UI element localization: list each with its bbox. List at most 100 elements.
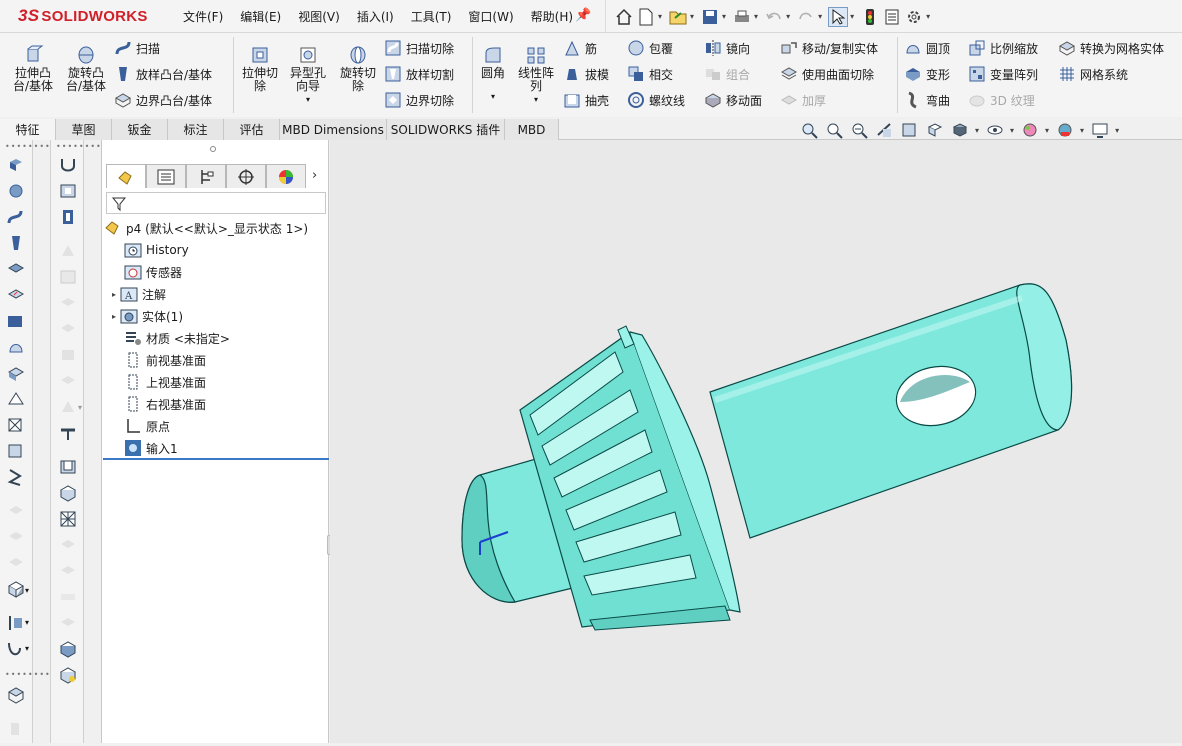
hole-wizard-dropdown-icon[interactable]: ▾ xyxy=(286,93,330,106)
disabled-tool-icon[interactable] xyxy=(58,346,78,364)
revolve-boss-button[interactable]: 旋转凸台/基体 xyxy=(60,45,112,93)
redo-icon[interactable] xyxy=(796,7,816,27)
extrude-boss-icon[interactable] xyxy=(6,156,26,174)
lofted-cut-icon[interactable] xyxy=(58,208,78,226)
toolbar-grip[interactable]: •••••••• xyxy=(5,142,51,151)
tree-item-front-plane[interactable]: 前视基准面 xyxy=(124,350,206,370)
menu-window[interactable]: 窗口(W) xyxy=(468,8,513,25)
disabled-tool-icon[interactable] xyxy=(58,268,78,286)
shell-icon[interactable] xyxy=(58,458,78,476)
previous-view-icon[interactable] xyxy=(850,121,870,139)
dynamic-annotation-icon[interactable] xyxy=(900,121,920,139)
new-document-icon[interactable] xyxy=(636,7,656,27)
disabled-tool-icon[interactable] xyxy=(6,554,26,572)
tree-item-origin[interactable]: 原点 xyxy=(124,416,170,436)
variable-pattern-button[interactable]: 变量阵列 xyxy=(968,63,1038,85)
disabled-tool-icon[interactable] xyxy=(58,320,78,338)
curves-icon[interactable] xyxy=(6,640,26,658)
deform-button[interactable]: 变形 xyxy=(904,63,950,85)
boundary-boss-icon[interactable] xyxy=(6,260,26,278)
tree-filter-field[interactable] xyxy=(106,192,326,214)
linear-pattern-dropdown-icon[interactable]: ▾ xyxy=(514,93,558,106)
tree-root-part[interactable]: p4 (默认<<默认>_显示状态 1>) xyxy=(104,218,308,238)
save-icon[interactable] xyxy=(700,7,720,27)
delete-body-icon[interactable] xyxy=(58,666,78,684)
view-settings-icon[interactable] xyxy=(1090,121,1110,139)
tab-mbd-dimensions[interactable]: MBD Dimensions xyxy=(280,119,387,140)
file-properties-icon[interactable] xyxy=(882,7,902,27)
apply-scene-icon[interactable] xyxy=(1055,121,1075,139)
property-manager-tab-icon[interactable] xyxy=(146,164,186,188)
wrap-icon[interactable] xyxy=(58,484,78,502)
curves-dropdown-icon[interactable]: ▾ xyxy=(25,644,29,653)
home-icon[interactable] xyxy=(614,7,634,27)
fillet-dropdown-icon[interactable]: ▾ xyxy=(476,90,510,103)
zigzag-icon[interactable] xyxy=(6,468,26,486)
tree-item-imported-body[interactable]: 输入1 xyxy=(124,438,178,458)
texture-3d-button[interactable]: 3D 纹理 xyxy=(968,89,1035,111)
tree-item-top-plane[interactable]: 上视基准面 xyxy=(124,372,206,392)
chevron-right-icon[interactable]: › xyxy=(312,168,317,183)
sweep-button[interactable]: 扫描 xyxy=(114,37,160,59)
tab-solidworks-addins[interactable]: SOLIDWORKS 插件 xyxy=(387,119,505,140)
mesh-system-button[interactable]: 网格系统 xyxy=(1058,63,1128,85)
boundary-cut-button[interactable]: 边界切除 xyxy=(384,89,454,111)
loft-icon[interactable] xyxy=(6,234,26,252)
hide-show-dropdown-icon[interactable]: ▾ xyxy=(1010,126,1014,135)
move-face-icon[interactable] xyxy=(58,640,78,658)
expand-arrow-icon[interactable]: ▸ xyxy=(108,290,120,299)
display-manager-tab-icon[interactable] xyxy=(266,164,306,188)
disabled-tool-icon[interactable] xyxy=(58,614,78,632)
save-dropdown-icon[interactable]: ▾ xyxy=(722,12,726,21)
shell-button[interactable]: 抽壳 xyxy=(563,89,609,111)
part-model-gear-shaft[interactable] xyxy=(330,140,1182,743)
part-icon[interactable] xyxy=(6,580,26,598)
panel-grip[interactable] xyxy=(210,146,216,152)
redo-dropdown-icon[interactable]: ▾ xyxy=(818,12,822,21)
disabled-tool-icon[interactable] xyxy=(58,588,78,606)
tab-evaluate[interactable]: 评估 xyxy=(224,119,280,140)
hole-wizard-icon[interactable] xyxy=(58,424,78,442)
tree-item-history[interactable]: History xyxy=(124,240,189,260)
rebuild-traffic-light-icon[interactable] xyxy=(860,7,880,27)
convert-mesh-button[interactable]: 转换为网格实体 xyxy=(1058,37,1164,59)
revolve-boss-icon[interactable] xyxy=(6,182,26,200)
undo-dropdown-icon[interactable]: ▾ xyxy=(786,12,790,21)
intersect-button[interactable]: 相交 xyxy=(627,63,673,85)
display-style-dropdown-icon[interactable]: ▾ xyxy=(975,126,979,135)
feature-tree-tab-icon[interactable] xyxy=(106,164,146,188)
select-dropdown-icon[interactable]: ▾ xyxy=(850,12,854,21)
thicken-button[interactable]: 加厚 xyxy=(780,89,826,111)
tab-sheet-metal[interactable]: 钣金 xyxy=(112,119,168,140)
tree-item-sensors[interactable]: 传感器 xyxy=(124,262,182,282)
fillet-button[interactable]: 圆角 ▾ xyxy=(476,45,510,103)
disabled-tool-icon[interactable] xyxy=(6,502,26,520)
plane-icon[interactable] xyxy=(6,312,26,330)
graphics-area[interactable] xyxy=(330,140,1182,743)
view-orientation-icon[interactable] xyxy=(925,121,945,139)
dimxpert-tab-icon[interactable] xyxy=(226,164,266,188)
flex-button[interactable]: 弯曲 xyxy=(904,89,950,111)
cut-with-surface-button[interactable]: 使用曲面切除 xyxy=(780,63,874,85)
toolbar-grip[interactable]: •••••••• xyxy=(5,670,51,679)
shape-icon[interactable] xyxy=(6,364,26,382)
view-settings-dropdown-icon[interactable]: ▾ xyxy=(1115,126,1119,135)
tab-mbd[interactable]: MBD xyxy=(505,119,559,140)
extrude-cut-icon[interactable] xyxy=(58,182,78,200)
rib-button[interactable]: 筋 xyxy=(563,37,597,59)
expand-arrow-icon[interactable]: ▸ xyxy=(108,312,120,321)
part-dropdown-icon[interactable]: ▾ xyxy=(25,586,29,595)
select-cursor-icon[interactable] xyxy=(828,6,849,27)
zoom-to-area-icon[interactable] xyxy=(825,121,845,139)
wrap-button[interactable]: 包覆 xyxy=(627,37,673,59)
tab-features[interactable]: 特征 xyxy=(0,119,56,140)
tab-annotation[interactable]: 标注 xyxy=(168,119,224,140)
disabled-dropdown-icon[interactable]: ▾ xyxy=(78,403,82,412)
extrude-boss-button[interactable]: 拉伸凸台/基体 xyxy=(8,45,58,93)
appearance-dropdown-icon[interactable]: ▾ xyxy=(1045,126,1049,135)
loft-boss-button[interactable]: 放样凸台/基体 xyxy=(114,63,212,85)
disabled-tool-icon[interactable] xyxy=(58,536,78,554)
disabled-tool-icon[interactable] xyxy=(58,372,78,390)
swept-cut-button[interactable]: 扫描切除 xyxy=(384,37,454,59)
open-folder-icon[interactable] xyxy=(668,7,688,27)
